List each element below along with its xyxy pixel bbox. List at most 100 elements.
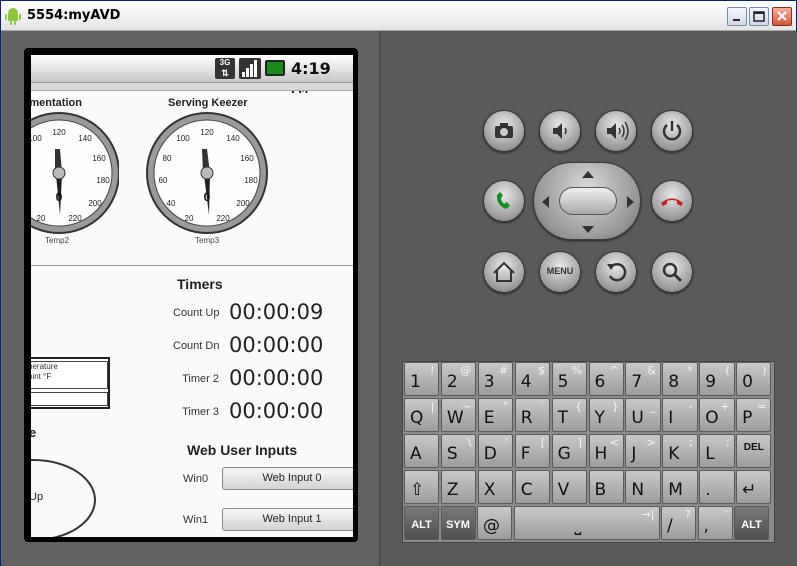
key-label: 3: [483, 372, 495, 392]
key-row4-2[interactable]: X: [477, 470, 514, 504]
key-row4-7[interactable]: M: [662, 470, 698, 504]
key-row3-3[interactable]: F[: [514, 434, 551, 468]
key-label: J: [631, 444, 637, 464]
key-row4-8[interactable]: .: [699, 470, 735, 504]
key-label: SYM: [446, 519, 470, 531]
home-button[interactable]: [483, 251, 525, 293]
close-icon: [777, 11, 787, 21]
close-button[interactable]: [772, 7, 792, 26]
key-row3-8[interactable]: L:: [699, 434, 735, 468]
device-screen[interactable]: 3G ⇅ 4:19 PM ermentation 120 140 160 180…: [31, 55, 353, 537]
key-row3-9[interactable]: DEL: [736, 434, 772, 468]
key-label: F: [520, 444, 531, 464]
setpoint-input[interactable]: [31, 392, 108, 406]
key-row5-2[interactable]: @: [477, 506, 512, 540]
key-row4-3[interactable]: C: [514, 470, 551, 504]
power-button[interactable]: [651, 110, 693, 152]
key-row4-6[interactable]: N: [625, 470, 661, 504]
web-input-button[interactable]: Web Input 1: [222, 508, 353, 531]
key-row3-6[interactable]: J >: [625, 434, 661, 468]
key-alt-label: #: [498, 364, 509, 377]
gauge-title: ermentation: [31, 97, 82, 109]
call-button[interactable]: [483, 180, 525, 222]
key-label: /: [667, 516, 673, 536]
input-label: Win0: [183, 473, 209, 485]
gauge-tick: 20: [37, 214, 46, 223]
key-row1-3[interactable]: 4 $: [514, 362, 551, 396]
key-row2-7[interactable]: I-: [662, 398, 698, 432]
setpoint-line: oint °F: [31, 372, 52, 381]
key-row5-1[interactable]: SYM: [440, 506, 476, 540]
temperature-gauge: 120 140 160 180 200 220 20 100 0: [31, 112, 119, 234]
key-alt-label: \: [467, 436, 472, 449]
key-label: 6: [594, 372, 606, 392]
key-row1-8[interactable]: 9(: [699, 362, 735, 396]
key-row3-7[interactable]: K;: [662, 434, 698, 468]
key-row4-9[interactable]: ↵: [736, 470, 772, 504]
volume-up-button[interactable]: [595, 110, 637, 152]
camera-button[interactable]: [483, 110, 525, 152]
power-icon: [662, 121, 682, 141]
gauge-value: 0: [56, 190, 63, 204]
key-alt-label: @: [460, 364, 472, 377]
key-row2-0[interactable]: Q |: [404, 398, 440, 432]
key-label: S: [446, 444, 458, 464]
key-row1-5[interactable]: 6 ^: [588, 362, 624, 396]
key-row2-6[interactable]: U _: [625, 398, 661, 432]
key-alt-label: ~: [462, 400, 472, 413]
clock-time: 4:19: [291, 59, 331, 78]
key-row2-8[interactable]: O +: [699, 398, 735, 432]
key-row5-3[interactable]: ⎵ →|: [513, 506, 660, 540]
key-row1-6[interactable]: 7 &: [625, 362, 661, 396]
back-icon: [607, 263, 627, 282]
key-row4-4[interactable]: V: [551, 470, 587, 504]
web-input-button[interactable]: Web Input 0: [222, 467, 353, 490]
menu-button[interactable]: MENU: [539, 251, 581, 293]
signal-strength-icon: [239, 58, 261, 79]
minimize-button[interactable]: [727, 7, 747, 26]
key-row4-5[interactable]: B: [588, 470, 624, 504]
key-row1-9[interactable]: 0): [736, 362, 772, 396]
window-title: 5554:myAVD: [27, 8, 121, 23]
key-row3-0[interactable]: A: [404, 434, 440, 468]
key-row2-4[interactable]: T{: [551, 398, 587, 432]
key-row2-1[interactable]: W ~: [440, 398, 477, 432]
gauge-sublabel: Temp2: [45, 236, 70, 245]
key-alt-label: ^: [609, 364, 619, 377]
key-row2-2[interactable]: E ": [477, 398, 514, 432]
timer-value: 00:00:00: [229, 399, 324, 423]
key-row5-5[interactable]: , ': [697, 506, 733, 540]
key-row2-9[interactable]: P =: [736, 398, 772, 432]
key-label: B: [594, 480, 607, 500]
key-row5-6[interactable]: ALT: [734, 506, 769, 540]
key-row2-3[interactable]: R `: [514, 398, 551, 432]
end-call-button[interactable]: [651, 180, 693, 222]
key-row5-0[interactable]: ALT: [404, 506, 439, 540]
dpad-center-button[interactable]: [559, 187, 617, 215]
key-row3-5[interactable]: H <: [588, 434, 624, 468]
key-row4-1[interactable]: Z: [440, 470, 477, 504]
search-button[interactable]: [651, 251, 693, 293]
key-row3-4[interactable]: G]: [551, 434, 587, 468]
key-row3-2[interactable]: D ': [477, 434, 514, 468]
maximize-icon: [753, 11, 765, 22]
volume-down-button[interactable]: [539, 110, 581, 152]
android-icon: [5, 8, 21, 25]
key-row1-0[interactable]: 1!: [404, 362, 440, 396]
title-bar[interactable]: 5554:myAVD: [1, 1, 796, 31]
key-row5-4[interactable]: /?: [661, 506, 696, 540]
key-row4-0[interactable]: ⇧: [404, 470, 440, 504]
maximize-button[interactable]: [749, 7, 769, 26]
key-alt-label: [: [540, 436, 546, 449]
back-button[interactable]: [595, 251, 637, 293]
menu-label: MENU: [546, 266, 574, 276]
key-row1-4[interactable]: 5%: [551, 362, 587, 396]
input-label: Win1: [183, 514, 209, 526]
key-row1-2[interactable]: 3 #: [477, 362, 514, 396]
key-row1-7[interactable]: 8 *: [662, 362, 698, 396]
key-row1-1[interactable]: 2 @: [440, 362, 477, 396]
key-label: T: [557, 408, 568, 428]
key-row3-1[interactable]: S \: [440, 434, 477, 468]
key-row2-5[interactable]: Y}: [588, 398, 624, 432]
timer-label: Count Up: [173, 307, 220, 319]
